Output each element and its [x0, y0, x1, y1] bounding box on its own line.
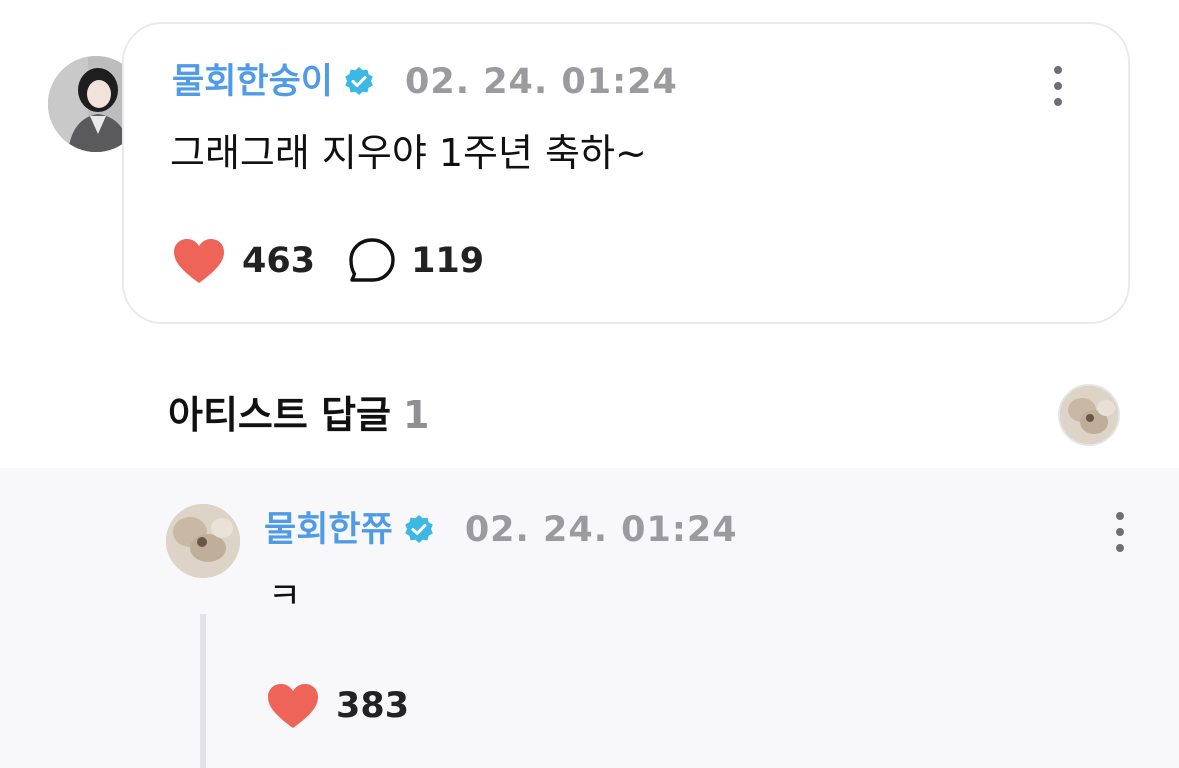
post-body: 그래그래 지우야 1주년 축하~ — [170, 131, 647, 175]
post-card: 물회한숭이 02. 24. 01:24 그래그래 지우야 1주년 축하~ 463… — [122, 22, 1130, 324]
artist-reply: 물회한쮸 02. 24. 01:24 ㅋ 383 — [0, 468, 1179, 768]
verified-badge-icon — [345, 67, 373, 95]
artist-avatar-small[interactable] — [1058, 384, 1120, 446]
reply-header: 물회한쮸 02. 24. 01:24 — [264, 508, 738, 552]
artist-replies-label: 아티스트 답글 — [168, 393, 391, 437]
post-header: 물회한숭이 02. 24. 01:24 — [172, 60, 678, 104]
reply-author-name[interactable]: 물회한쮸 — [264, 508, 393, 552]
reply-body: ㅋ — [268, 576, 302, 617]
reply-author-avatar[interactable] — [166, 504, 240, 578]
comment-count: 119 — [411, 241, 485, 281]
artist-avatar-photo-icon — [1060, 386, 1118, 444]
post-author-name[interactable]: 물회한숭이 — [172, 60, 333, 104]
reply-actions: 383 — [266, 682, 409, 730]
more-vertical-icon[interactable] — [1046, 66, 1070, 106]
reply-thread-line — [200, 614, 206, 768]
post-actions: 463 119 — [172, 236, 484, 286]
comment-thread: 물회한숭이 02. 24. 01:24 그래그래 지우야 1주년 축하~ 463… — [0, 0, 1179, 768]
heart-icon[interactable] — [172, 237, 226, 285]
verified-badge-icon — [405, 515, 433, 543]
like-count: 463 — [242, 241, 316, 281]
reply-timestamp: 02. 24. 01:24 — [464, 510, 738, 550]
reply-like-count: 383 — [336, 686, 410, 726]
heart-icon[interactable] — [266, 682, 320, 730]
artist-replies-count: 1 — [403, 393, 430, 437]
comment-bubble-icon[interactable] — [347, 236, 397, 286]
artist-avatar-photo-icon — [166, 504, 240, 578]
more-vertical-icon[interactable] — [1108, 512, 1132, 552]
artist-replies-title: 아티스트 답글 1 — [168, 390, 429, 440]
post-timestamp: 02. 24. 01:24 — [405, 62, 678, 102]
